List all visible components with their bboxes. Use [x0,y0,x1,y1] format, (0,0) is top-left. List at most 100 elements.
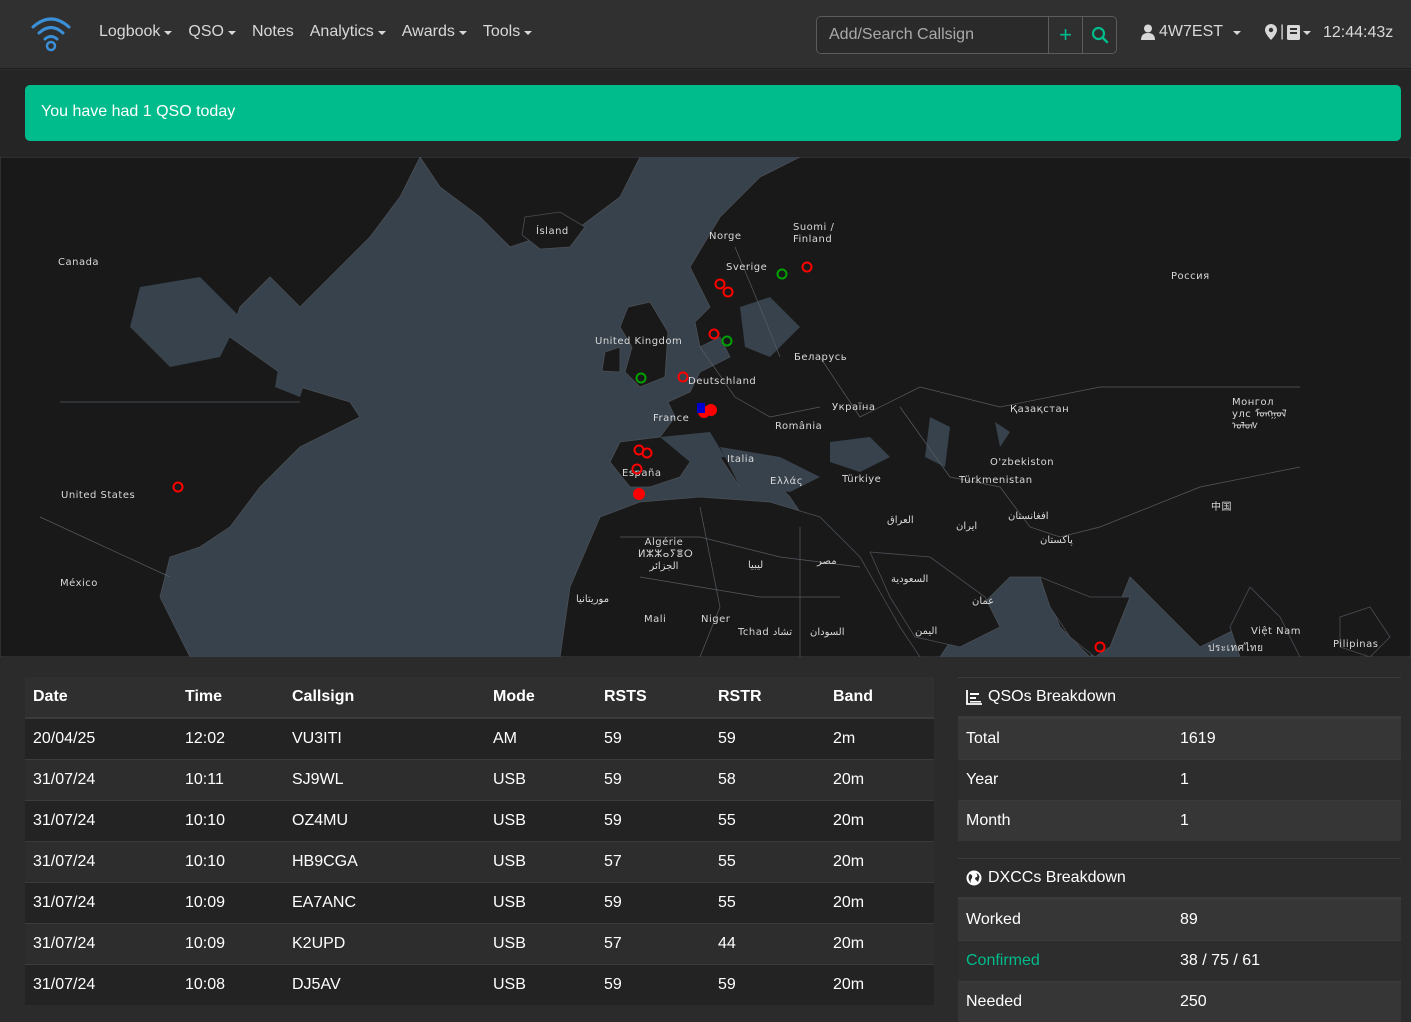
nav-qso[interactable]: QSO [188,23,236,41]
qso-marker[interactable] [631,463,643,475]
cell-mode: USB [485,881,596,923]
cell-date: 20/04/25 [25,717,177,759]
cell-time: 12:02 [177,717,284,759]
qso-marker-confirmed[interactable] [635,372,647,384]
table-row: 20/04/25 12:02 VU3ITI AM 59 59 2m [25,717,934,759]
cell-date: 31/07/24 [25,881,177,923]
qso-map[interactable]: Canada Ísland Norge Suomi / Finland Sver… [0,157,1411,657]
nav-analytics[interactable]: Analytics [310,23,386,41]
col-date: Date [25,677,177,719]
qso-marker[interactable] [722,286,734,298]
qso-marker[interactable] [172,481,184,493]
qso-breakdown-panel: QSOs Breakdown Total 1619 Year 1 Month 1 [958,677,1401,841]
user-menu[interactable]: 4W7EST [1141,23,1242,41]
breakdown-row: Confirmed 38 / 75 / 61 [958,940,1401,981]
callsign-link[interactable]: SJ9WL [284,758,485,800]
qso-marker-confirmed[interactable] [776,268,788,280]
cell-band: 20m [825,840,934,882]
nav-awards[interactable]: Awards [402,23,467,41]
cell-rsts: 59 [596,758,710,800]
callsign-link[interactable]: HB9CGA [284,840,485,882]
map-marker-icon [1265,24,1278,40]
breakdown-key: Worked [966,911,1021,928]
table-row: 31/07/24 10:09 K2UPD USB 57 44 20m [25,922,934,964]
col-callsign: Callsign [284,677,485,719]
cell-rstr: 59 [710,717,825,759]
cell-rsts: 59 [596,881,710,923]
caret-down-icon [524,31,533,35]
confirmed-link[interactable]: Confirmed [958,952,1180,970]
table-row: 31/07/24 10:11 SJ9WL USB 59 58 20m [25,758,934,800]
cell-date: 31/07/24 [25,799,177,841]
qso-marker-confirmed[interactable] [721,335,733,347]
qso-marker[interactable] [801,261,813,273]
caret-down-icon [377,31,386,35]
nav-logbook[interactable]: Logbook [99,23,173,41]
cell-date: 31/07/24 [25,840,177,882]
breakdown-key: Month [966,812,1011,829]
callsign-link[interactable]: K2UPD [284,922,485,964]
callsign-search-input[interactable] [817,17,1048,53]
col-rstr: RSTR [710,677,825,719]
qso-breakdown-title: QSOs Breakdown [988,688,1117,705]
qso-marker[interactable] [714,278,726,290]
cell-rstr: 55 [710,840,825,882]
caret-down-icon [227,31,236,35]
qso-marker[interactable] [633,488,645,500]
table-row: 31/07/24 10:10 OZ4MU USB 59 55 20m [25,799,934,841]
qso-marker[interactable] [708,328,720,340]
cell-band: 20m [825,963,934,1005]
qso-marker[interactable] [1094,641,1106,653]
cell-time: 10:11 [177,758,284,800]
col-band: Band [825,677,934,719]
cell-date: 31/07/24 [25,963,177,1005]
callsign-link[interactable]: VU3ITI [284,717,485,759]
breakdown-row: Month 1 [958,800,1401,841]
qso-marker[interactable] [705,404,717,416]
cell-rsts: 57 [596,840,710,882]
cell-rstr: 58 [710,758,825,800]
cell-rsts: 59 [596,717,710,759]
qso-marker[interactable] [677,371,689,383]
cell-mode: USB [485,963,596,1005]
wifi-logo-icon[interactable] [30,14,72,54]
nav-notes[interactable]: Notes [252,23,294,41]
cell-rstr: 59 [710,963,825,1005]
add-callsign-button[interactable]: + [1048,17,1082,53]
callsign-link[interactable]: DJ5AV [284,963,485,1005]
col-mode: Mode [485,677,596,719]
logbook-icon [1287,24,1301,40]
location-menu[interactable]: | [1265,23,1312,41]
cell-mode: AM [485,717,596,759]
nav-tools[interactable]: Tools [483,23,533,41]
cell-time: 10:08 [177,963,284,1005]
globe-icon [966,870,982,886]
qso-marker[interactable] [641,447,653,459]
recent-qso-table: Date Time Callsign Mode RSTS RSTR Band 2… [25,677,934,1005]
dxcc-breakdown-panel: DXCCs Breakdown Worked 89 Confirmed 38 / 7… [958,858,1401,1022]
cell-date: 31/07/24 [25,758,177,800]
qso-markers [172,261,1106,653]
breakdown-value: 1619 [1180,730,1216,747]
user-area: 4W7EST | [1141,23,1312,41]
cell-mode: USB [485,840,596,882]
cell-time: 10:10 [177,799,284,841]
breakdown-value: 38 / 75 / 61 [1180,952,1261,969]
callsign-link[interactable]: EA7ANC [284,881,485,923]
search-icon [1091,26,1108,44]
cell-rstr: 55 [710,881,825,923]
table-row: 31/07/24 10:08 DJ5AV USB 59 59 20m [25,963,934,1005]
cell-band: 20m [825,881,934,923]
caret-down-icon [1303,31,1312,35]
nav-menu: Logbook QSO Notes Analytics Awards Tools [99,23,533,41]
breakdown-value: 1 [1180,812,1189,829]
breakdown-value: 89 [1180,911,1198,928]
cell-rsts: 59 [596,799,710,841]
breakdown-key: Total [966,730,1000,747]
qso-breakdown-header: QSOs Breakdown [958,677,1401,718]
search-callsign-button[interactable] [1082,17,1116,53]
navbar: Logbook QSO Notes Analytics Awards Tools… [0,0,1411,69]
breakdown-row: Year 1 [958,759,1401,800]
cell-band: 2m [825,717,934,759]
callsign-link[interactable]: OZ4MU [284,799,485,841]
